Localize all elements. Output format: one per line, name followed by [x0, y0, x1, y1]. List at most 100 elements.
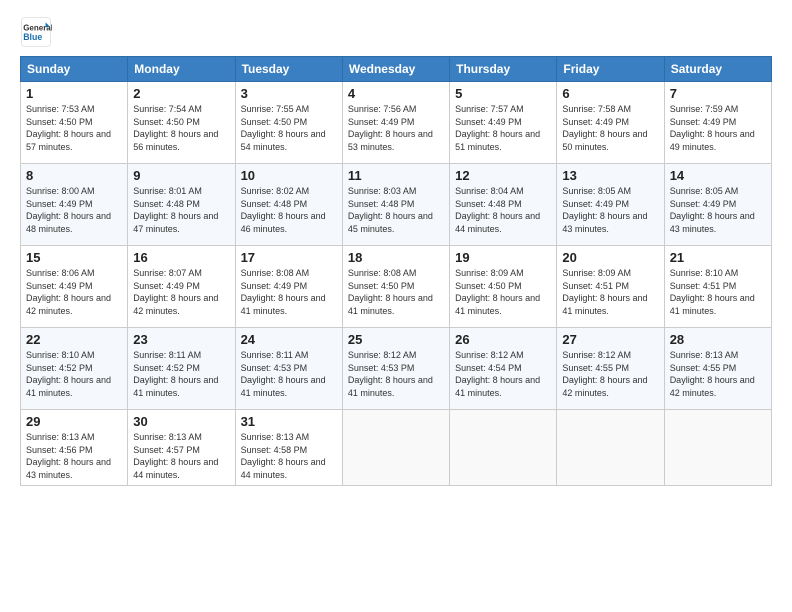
calendar-cell: 28 Sunrise: 8:13 AMSunset: 4:55 PMDayligh…	[664, 328, 771, 410]
day-info: Sunrise: 8:04 AMSunset: 4:48 PMDaylight:…	[455, 186, 540, 234]
day-number: 26	[455, 332, 551, 347]
logo: General Blue	[20, 16, 56, 48]
week-row-4: 22 Sunrise: 8:10 AMSunset: 4:52 PMDayligh…	[21, 328, 772, 410]
day-info: Sunrise: 8:02 AMSunset: 4:48 PMDaylight:…	[241, 186, 326, 234]
weekday-header-saturday: Saturday	[664, 57, 771, 82]
weekday-header-wednesday: Wednesday	[342, 57, 449, 82]
calendar-cell: 24Sunrise: 8:11 AMSunset: 4:53 PMDayligh…	[235, 328, 342, 410]
calendar-cell: 22 Sunrise: 8:10 AMSunset: 4:52 PMDayligh…	[21, 328, 128, 410]
calendar-cell: 27 Sunrise: 8:12 AMSunset: 4:55 PMDayligh…	[557, 328, 664, 410]
calendar-cell: 12 Sunrise: 8:04 AMSunset: 4:48 PMDayligh…	[450, 164, 557, 246]
weekday-header-friday: Friday	[557, 57, 664, 82]
week-row-3: 15 Sunrise: 8:06 AMSunset: 4:49 PMDayligh…	[21, 246, 772, 328]
weekday-header-monday: Monday	[128, 57, 235, 82]
calendar-cell: 20Sunrise: 8:09 AMSunset: 4:51 PMDayligh…	[557, 246, 664, 328]
week-row-2: 8 Sunrise: 8:00 AMSunset: 4:49 PMDaylight…	[21, 164, 772, 246]
day-info: Sunrise: 7:53 AMSunset: 4:50 PMDaylight:…	[26, 104, 111, 152]
calendar-cell: 30 Sunrise: 8:13 AMSunset: 4:57 PMDayligh…	[128, 410, 235, 486]
day-info: Sunrise: 8:07 AMSunset: 4:49 PMDaylight:…	[133, 268, 218, 316]
day-info: Sunrise: 8:10 AMSunset: 4:51 PMDaylight:…	[670, 268, 755, 316]
calendar-cell: 5 Sunrise: 7:57 AMSunset: 4:49 PMDaylight…	[450, 82, 557, 164]
calendar-cell: 31Sunrise: 8:13 AMSunset: 4:58 PMDayligh…	[235, 410, 342, 486]
day-info: Sunrise: 8:09 AMSunset: 4:50 PMDaylight:…	[455, 268, 540, 316]
calendar-cell: 18 Sunrise: 8:08 AMSunset: 4:50 PMDayligh…	[342, 246, 449, 328]
day-number: 11	[348, 168, 444, 183]
day-info: Sunrise: 7:58 AMSunset: 4:49 PMDaylight:…	[562, 104, 647, 152]
day-number: 14	[670, 168, 766, 183]
day-number: 6	[562, 86, 658, 101]
day-number: 19	[455, 250, 551, 265]
day-number: 5	[455, 86, 551, 101]
weekday-header-thursday: Thursday	[450, 57, 557, 82]
week-row-1: 1Sunrise: 7:53 AMSunset: 4:50 PMDaylight…	[21, 82, 772, 164]
calendar-cell: 11 Sunrise: 8:03 AMSunset: 4:48 PMDayligh…	[342, 164, 449, 246]
day-info: Sunrise: 7:57 AMSunset: 4:49 PMDaylight:…	[455, 104, 540, 152]
day-number: 16	[133, 250, 229, 265]
week-row-5: 29 Sunrise: 8:13 AMSunset: 4:56 PMDayligh…	[21, 410, 772, 486]
weekday-header-tuesday: Tuesday	[235, 57, 342, 82]
day-info: Sunrise: 8:12 AMSunset: 4:53 PMDaylight:…	[348, 350, 433, 398]
calendar-cell: 7 Sunrise: 7:59 AMSunset: 4:49 PMDaylight…	[664, 82, 771, 164]
day-info: Sunrise: 8:08 AMSunset: 4:49 PMDaylight:…	[241, 268, 326, 316]
day-info: Sunrise: 8:03 AMSunset: 4:48 PMDaylight:…	[348, 186, 433, 234]
svg-text:Blue: Blue	[23, 32, 42, 42]
calendar-cell: 13Sunrise: 8:05 AMSunset: 4:49 PMDayligh…	[557, 164, 664, 246]
day-info: Sunrise: 8:09 AMSunset: 4:51 PMDaylight:…	[562, 268, 647, 316]
day-info: Sunrise: 8:12 AMSunset: 4:54 PMDaylight:…	[455, 350, 540, 398]
day-info: Sunrise: 8:13 AMSunset: 4:56 PMDaylight:…	[26, 432, 111, 480]
calendar-cell: 17 Sunrise: 8:08 AMSunset: 4:49 PMDayligh…	[235, 246, 342, 328]
day-info: Sunrise: 7:56 AMSunset: 4:49 PMDaylight:…	[348, 104, 433, 152]
calendar-cell: 26 Sunrise: 8:12 AMSunset: 4:54 PMDayligh…	[450, 328, 557, 410]
day-number: 10	[241, 168, 337, 183]
day-number: 27	[562, 332, 658, 347]
day-number: 22	[26, 332, 122, 347]
header: General Blue	[20, 16, 772, 48]
day-number: 8	[26, 168, 122, 183]
calendar-cell: 2 Sunrise: 7:54 AMSunset: 4:50 PMDaylight…	[128, 82, 235, 164]
day-number: 17	[241, 250, 337, 265]
weekday-header-sunday: Sunday	[21, 57, 128, 82]
day-number: 25	[348, 332, 444, 347]
day-number: 29	[26, 414, 122, 429]
day-number: 9	[133, 168, 229, 183]
day-info: Sunrise: 8:08 AMSunset: 4:50 PMDaylight:…	[348, 268, 433, 316]
calendar-cell: 8 Sunrise: 8:00 AMSunset: 4:49 PMDaylight…	[21, 164, 128, 246]
calendar-cell: 10 Sunrise: 8:02 AMSunset: 4:48 PMDayligh…	[235, 164, 342, 246]
calendar-cell: 4 Sunrise: 7:56 AMSunset: 4:49 PMDaylight…	[342, 82, 449, 164]
day-info: Sunrise: 8:00 AMSunset: 4:49 PMDaylight:…	[26, 186, 111, 234]
day-info: Sunrise: 8:13 AMSunset: 4:55 PMDaylight:…	[670, 350, 755, 398]
logo-icon: General Blue	[20, 16, 52, 48]
page: General Blue SundayMondayTuesdayWednesda…	[0, 0, 792, 612]
day-number: 30	[133, 414, 229, 429]
day-info: Sunrise: 8:13 AMSunset: 4:58 PMDaylight:…	[241, 432, 326, 480]
day-number: 12	[455, 168, 551, 183]
day-info: Sunrise: 7:54 AMSunset: 4:50 PMDaylight:…	[133, 104, 218, 152]
calendar-cell: 9 Sunrise: 8:01 AMSunset: 4:48 PMDaylight…	[128, 164, 235, 246]
calendar-cell: 29 Sunrise: 8:13 AMSunset: 4:56 PMDayligh…	[21, 410, 128, 486]
day-info: Sunrise: 8:13 AMSunset: 4:57 PMDaylight:…	[133, 432, 218, 480]
day-info: Sunrise: 7:59 AMSunset: 4:49 PMDaylight:…	[670, 104, 755, 152]
calendar-cell: 19 Sunrise: 8:09 AMSunset: 4:50 PMDayligh…	[450, 246, 557, 328]
day-number: 2	[133, 86, 229, 101]
calendar-cell	[557, 410, 664, 486]
day-number: 23	[133, 332, 229, 347]
calendar-table: SundayMondayTuesdayWednesdayThursdayFrid…	[20, 56, 772, 486]
weekday-header-row: SundayMondayTuesdayWednesdayThursdayFrid…	[21, 57, 772, 82]
calendar-cell: 23 Sunrise: 8:11 AMSunset: 4:52 PMDayligh…	[128, 328, 235, 410]
day-info: Sunrise: 7:55 AMSunset: 4:50 PMDaylight:…	[241, 104, 326, 152]
day-number: 4	[348, 86, 444, 101]
day-info: Sunrise: 8:10 AMSunset: 4:52 PMDaylight:…	[26, 350, 111, 398]
calendar-cell: 21 Sunrise: 8:10 AMSunset: 4:51 PMDayligh…	[664, 246, 771, 328]
day-number: 15	[26, 250, 122, 265]
day-info: Sunrise: 8:06 AMSunset: 4:49 PMDaylight:…	[26, 268, 111, 316]
day-number: 13	[562, 168, 658, 183]
day-info: Sunrise: 8:12 AMSunset: 4:55 PMDaylight:…	[562, 350, 647, 398]
day-number: 7	[670, 86, 766, 101]
calendar-cell: 15 Sunrise: 8:06 AMSunset: 4:49 PMDayligh…	[21, 246, 128, 328]
day-number: 28	[670, 332, 766, 347]
calendar-cell: 16 Sunrise: 8:07 AMSunset: 4:49 PMDayligh…	[128, 246, 235, 328]
day-info: Sunrise: 8:01 AMSunset: 4:48 PMDaylight:…	[133, 186, 218, 234]
day-number: 21	[670, 250, 766, 265]
day-number: 18	[348, 250, 444, 265]
day-info: Sunrise: 8:11 AMSunset: 4:52 PMDaylight:…	[133, 350, 218, 398]
